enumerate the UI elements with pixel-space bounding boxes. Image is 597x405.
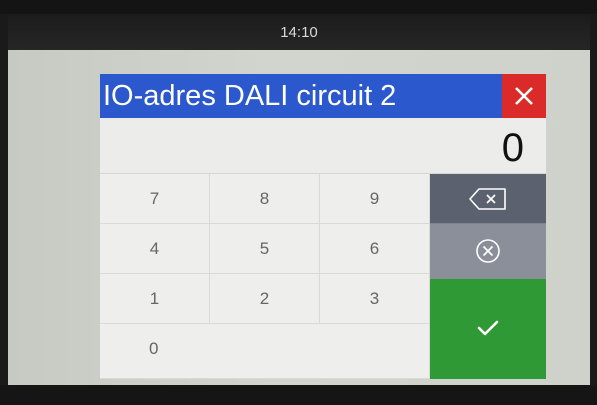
key-label: 3 [369,289,380,308]
key-label: 0 [149,339,159,358]
key-4[interactable]: 4 [100,224,210,274]
key-8[interactable]: 8 [210,174,320,224]
key-6[interactable]: 6 [320,224,430,274]
key-2[interactable]: 2 [210,274,320,324]
key-label: 6 [369,239,380,258]
clock-time: 14:10 [280,24,318,41]
dialog-title: IO-adres DALI circuit 2 [100,74,502,118]
key-label: 7 [149,189,160,208]
status-bar: 14:10 [8,14,590,50]
device-bezel-bottom [0,385,597,405]
value-display: 0 [100,118,546,174]
key-label: 8 [259,189,270,208]
key-label: 5 [259,239,270,258]
backspace-icon [469,188,506,210]
close-button[interactable] [502,74,546,118]
backspace-button[interactable] [430,174,546,224]
clear-circle-icon [476,239,500,263]
close-icon [515,87,533,105]
key-0[interactable]: 0 [100,324,430,379]
key-7[interactable]: 7 [100,174,210,224]
key-5[interactable]: 5 [210,224,320,274]
checkmark-icon [477,320,499,336]
key-3[interactable]: 3 [320,274,430,324]
key-label: 1 [149,289,160,308]
clear-button[interactable] [430,224,546,279]
confirm-button[interactable] [430,279,546,379]
key-label: 2 [259,289,270,308]
device-bezel-top [0,0,597,14]
key-label: 9 [369,189,380,208]
key-9[interactable]: 9 [320,174,430,224]
numeric-keypad: 7 8 9 4 5 6 1 2 3 0 [100,174,430,379]
key-1[interactable]: 1 [100,274,210,324]
numeric-input-dialog: IO-adres DALI circuit 2 0 7 8 9 4 5 6 1 … [100,74,546,379]
key-label: 4 [149,239,160,258]
